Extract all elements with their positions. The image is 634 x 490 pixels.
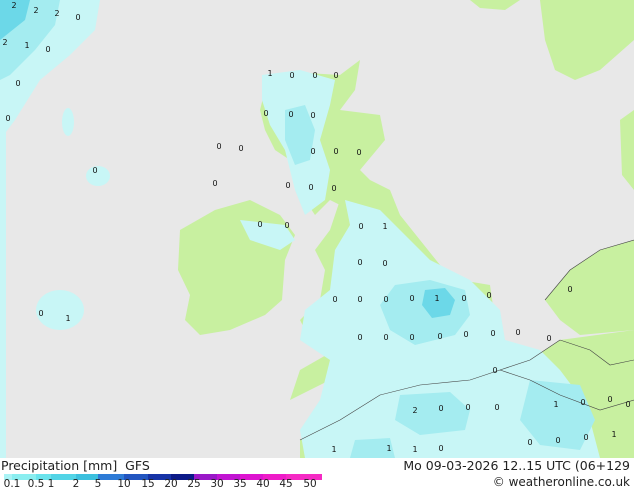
- point-value: 0: [438, 404, 443, 413]
- legend-tick-label: 0.1: [3, 478, 21, 490]
- point-value: 0: [357, 295, 362, 304]
- point-value: 0: [284, 221, 289, 230]
- point-value: 1: [267, 69, 272, 78]
- point-value: 0: [515, 328, 520, 337]
- point-value: 0: [383, 333, 388, 342]
- point-value: 1: [65, 314, 70, 323]
- point-value: 0: [289, 71, 294, 80]
- point-value: 0: [465, 403, 470, 412]
- point-value: 0: [15, 79, 20, 88]
- point-value: 1: [331, 445, 336, 454]
- point-value: 0: [312, 71, 317, 80]
- point-value: 0: [38, 309, 43, 318]
- point-value: 0: [490, 329, 495, 338]
- point-value: 0: [527, 438, 532, 447]
- point-value: 0: [409, 333, 414, 342]
- point-value: 2: [54, 9, 59, 18]
- legend-tick-label: 25: [187, 478, 201, 490]
- point-value: 0: [263, 109, 268, 118]
- point-value: 0: [607, 395, 612, 404]
- point-value: 1: [24, 41, 29, 50]
- point-value: 0: [238, 144, 243, 153]
- point-value: 1: [382, 222, 387, 231]
- point-value: 2: [412, 406, 417, 415]
- valid-datetime: Mo 09-03-2026 12..15 UTC (06+129: [403, 458, 630, 473]
- precipitation-map: 2 2 2 0 2 1 0 0 0 1 0 0 0 0 0 0 0 0 0 0 0 0 0 0 0 0 0 0 0 1 0 0 0 0 0 0 0 0 0 1…: [0, 0, 634, 458]
- point-value: 1: [553, 400, 558, 409]
- point-value: 0: [358, 222, 363, 231]
- precip-patch: [62, 108, 74, 136]
- point-value: 0: [45, 45, 50, 54]
- point-value: 0: [382, 259, 387, 268]
- point-value: 0: [331, 184, 336, 193]
- point-value: 0: [357, 333, 362, 342]
- point-value: 0: [546, 334, 551, 343]
- point-value: 0: [333, 71, 338, 80]
- point-value: 0: [583, 433, 588, 442]
- legend-tick-label: 20: [164, 478, 178, 490]
- point-value: 0: [257, 220, 262, 229]
- point-value: 0: [356, 148, 361, 157]
- point-value: 1: [434, 294, 439, 303]
- point-value: 0: [285, 181, 290, 190]
- point-value: 0: [486, 291, 491, 300]
- point-value: 0: [461, 294, 466, 303]
- point-value: 0: [288, 110, 293, 119]
- point-value: 2: [2, 38, 7, 47]
- point-value: 0: [494, 403, 499, 412]
- point-value: 0: [625, 400, 630, 409]
- legend-tick-label: 50: [303, 478, 317, 490]
- legend-tick-label: 5: [94, 478, 102, 490]
- legend-tick-label: 0.5: [27, 478, 45, 490]
- point-value: 0: [555, 436, 560, 445]
- point-value: 0: [333, 147, 338, 156]
- point-value: 0: [383, 295, 388, 304]
- credit-text: © weatheronline.co.uk: [492, 475, 630, 489]
- point-value: 0: [567, 285, 572, 294]
- point-value: 2: [33, 6, 38, 15]
- legend-tick-label: 10: [117, 478, 131, 490]
- point-value: 0: [357, 258, 362, 267]
- legend-title: Precipitation [mm] GFS: [1, 458, 150, 473]
- point-value: 0: [438, 444, 443, 453]
- legend-tick-label: 1: [47, 478, 55, 490]
- point-value: 0: [5, 114, 10, 123]
- point-value: 0: [75, 13, 80, 22]
- point-value: 0: [332, 295, 337, 304]
- point-value: 0: [212, 179, 217, 188]
- point-value: 0: [308, 183, 313, 192]
- point-value: 0: [216, 142, 221, 151]
- legend-tick-label: 45: [279, 478, 293, 490]
- legend-tick-label: 40: [256, 478, 270, 490]
- legend-tick-label: 30: [210, 478, 224, 490]
- point-value: 2: [11, 1, 16, 10]
- point-value: 0: [310, 147, 315, 156]
- point-value: 0: [437, 332, 442, 341]
- point-value: 0: [580, 398, 585, 407]
- point-value: 0: [409, 294, 414, 303]
- point-value: 0: [310, 111, 315, 120]
- point-value: 0: [492, 366, 497, 375]
- point-value: 0: [463, 330, 468, 339]
- legend-tick-label: 2: [72, 478, 80, 490]
- legend-tick-label: 35: [233, 478, 247, 490]
- point-value: 1: [412, 445, 417, 454]
- point-value: 1: [386, 444, 391, 453]
- precip-edge-left: [0, 95, 6, 458]
- legend-tick-label: 15: [141, 478, 155, 490]
- point-value: 1: [611, 430, 616, 439]
- point-value: 0: [92, 166, 97, 175]
- precip-patch: [86, 166, 110, 186]
